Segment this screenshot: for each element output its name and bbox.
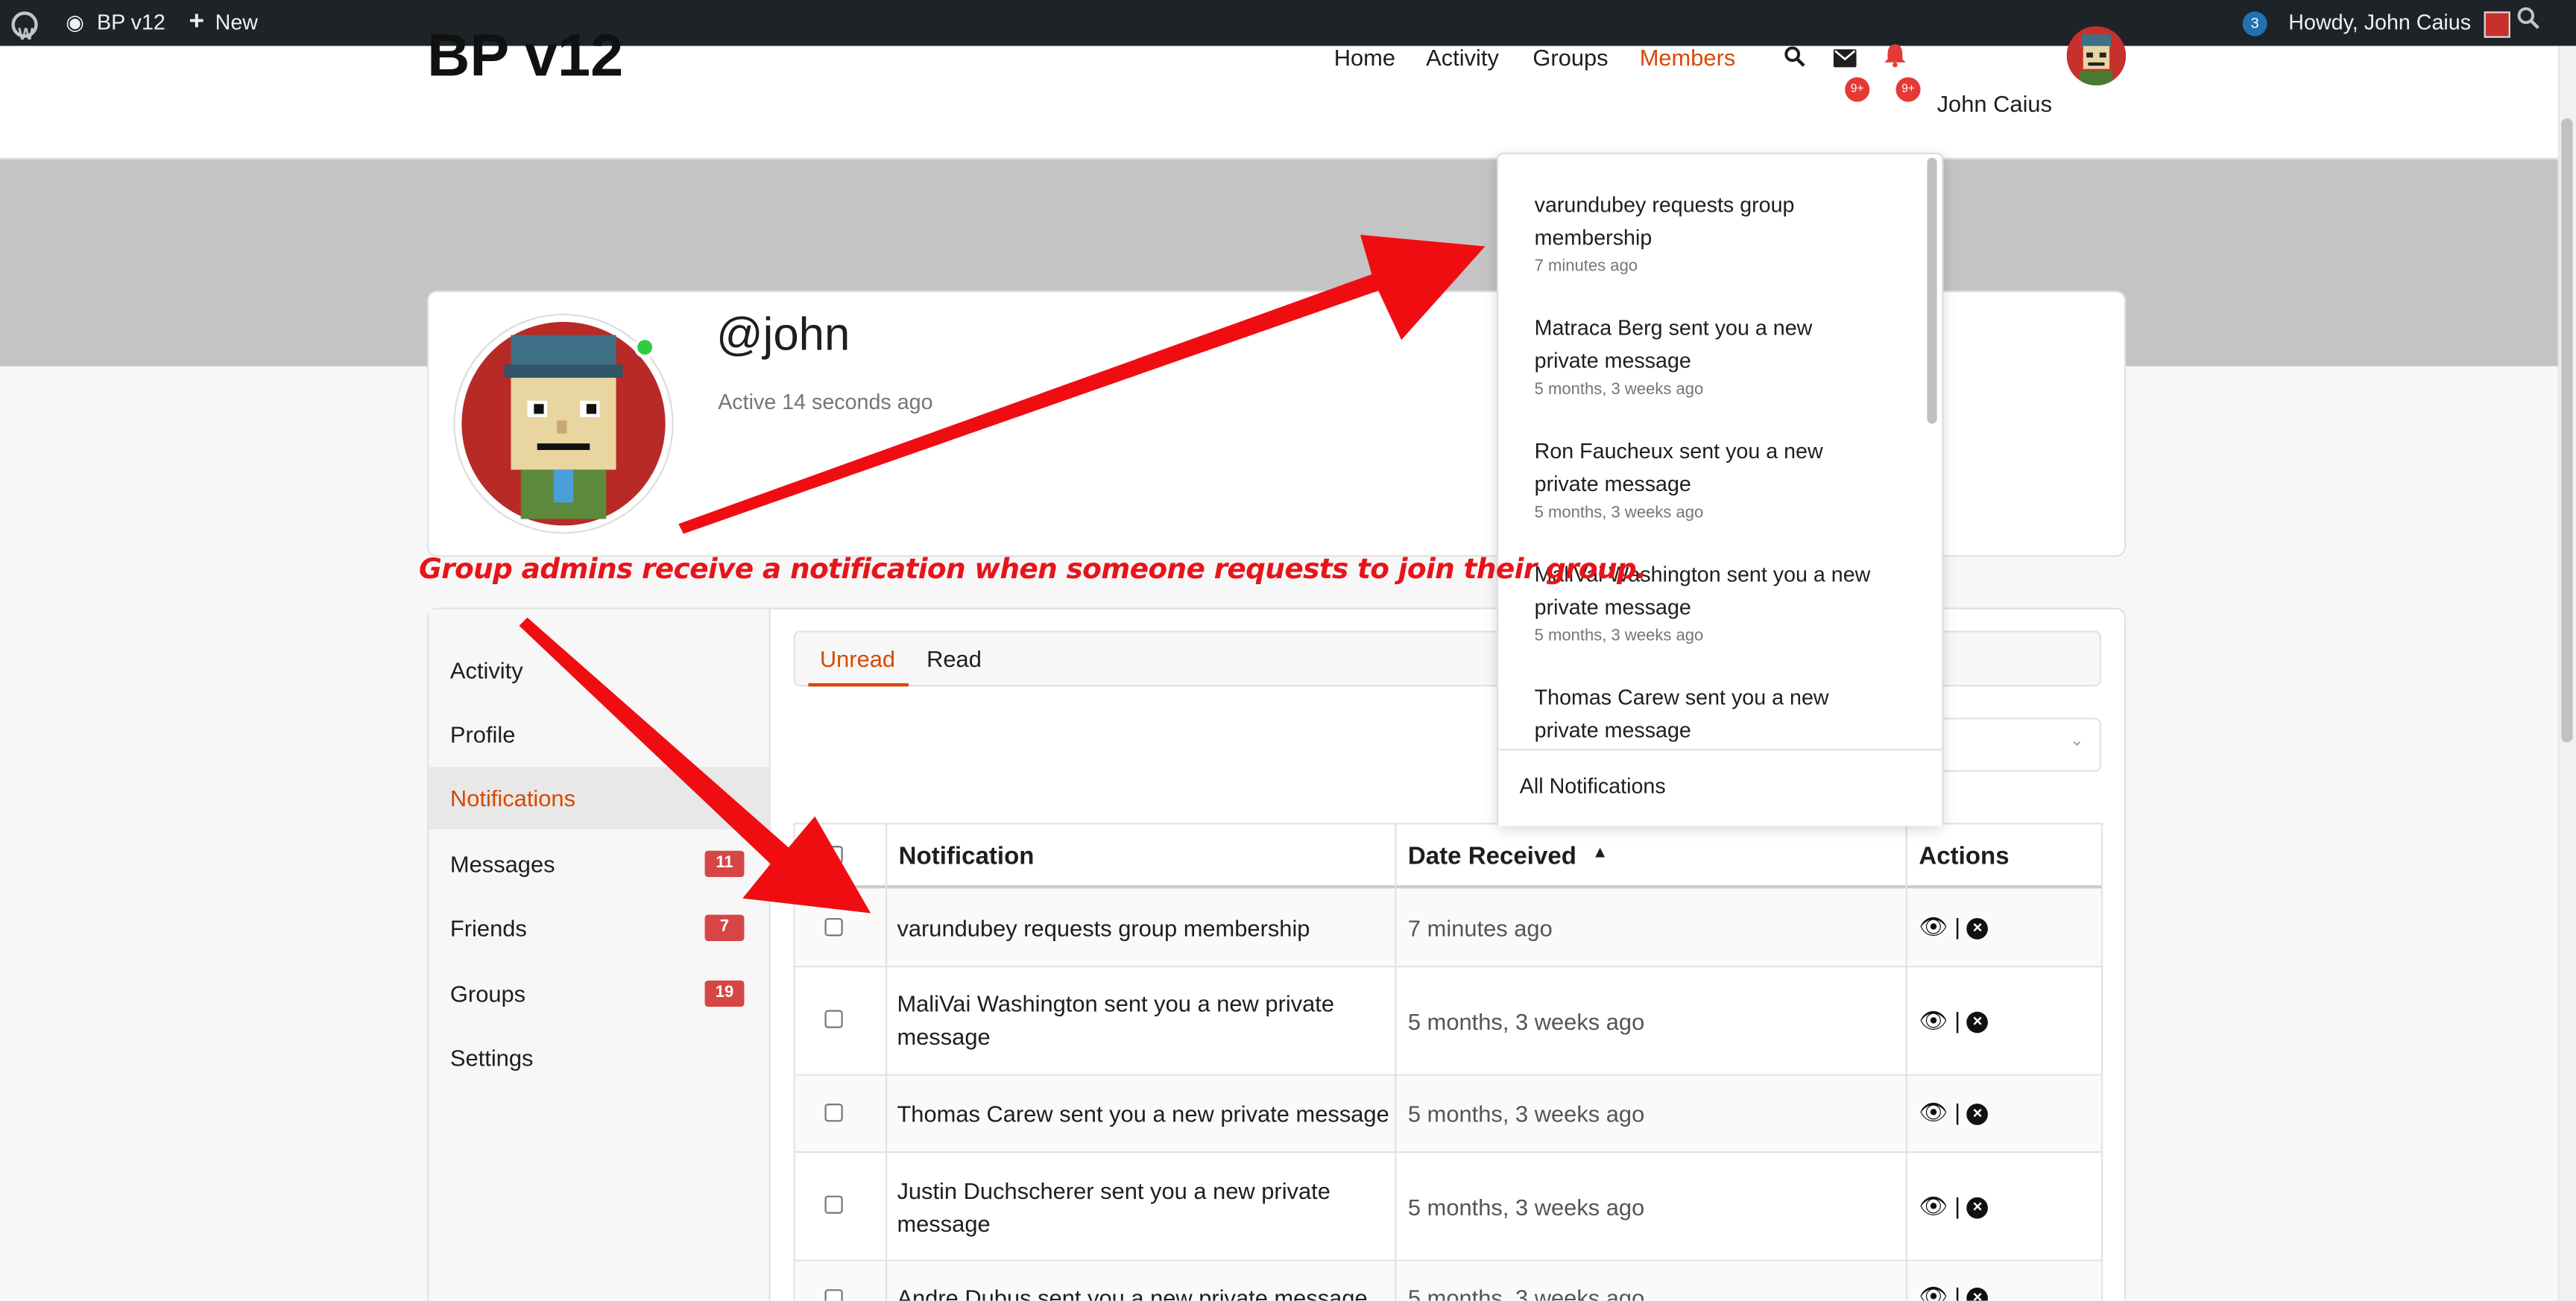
eye-icon[interactable]: 👁 [1919,1192,1948,1218]
close-icon[interactable]: × [1966,1011,1989,1033]
eye-icon[interactable]: 👁 [1919,913,1948,939]
row-checkbox[interactable] [824,1010,843,1028]
page-scrollbar-thumb[interactable] [2561,118,2573,743]
select-all-checkbox[interactable] [824,846,843,864]
admin-bar-new[interactable]: + New [189,0,258,46]
notification-date: 5 months, 3 weeks ago [1407,1284,1645,1301]
profile-handle: @john [716,308,850,360]
annotation-caption: Group admins receive a notification when… [419,553,1647,586]
sidebar-item-friends[interactable]: Friends [450,915,527,941]
close-icon[interactable]: × [1966,1287,1989,1301]
column-header-date[interactable]: Date Received [1408,843,1576,870]
admin-bar-search-icon[interactable] [2517,0,2540,46]
notification-date: 5 months, 3 weeks ago [1407,1194,1645,1221]
admin-bar: ◉ BP v12 + New 3 Howdy, John Caius [0,0,2576,58]
nav-home[interactable]: Home [1334,45,1395,71]
sidebar-item-activity[interactable]: Activity [450,657,523,683]
sidebar-item-settings[interactable]: Settings [450,1045,534,1071]
all-notifications-link[interactable]: All Notifications [1520,773,1666,798]
dropdown-notification[interactable]: Ron Faucheux sent you a new private mess… [1535,435,1880,501]
notification-date: 5 months, 3 weeks ago [1407,1100,1645,1127]
dropdown-notification[interactable]: varundubey requests group membership [1535,189,1880,254]
dropdown-notification[interactable]: Thomas Carew sent you a new private mess… [1535,682,1880,747]
row-checkbox[interactable] [824,1289,843,1301]
dropdown-notification-time: 7 minutes ago [1534,258,1638,276]
dropdown-scrollbar[interactable] [1927,157,1937,424]
admin-bar-count[interactable]: 3 [2242,0,2267,46]
eye-icon[interactable]: 👁 [1919,1099,1948,1125]
site-title[interactable]: BP v12 [427,22,623,91]
row-actions: 👁 | × [1919,1098,1989,1127]
column-divider [1905,824,1907,1301]
row-checkbox[interactable] [824,1104,843,1122]
action-separator: | [1954,1098,1961,1125]
notification-date: 7 minutes ago [1407,914,1553,941]
admin-bar-account[interactable]: Howdy, John Caius [2288,0,2510,46]
sidebar-item-groups[interactable]: Groups [450,981,525,1007]
dropdown-notification-time: 5 months, 3 weeks ago [1534,627,1704,646]
column-divider [886,824,888,1301]
sidebar-item-messages[interactable]: Messages [450,851,555,877]
sort-ascending-icon[interactable]: ▲ [1592,844,1609,862]
notification-date: 5 months, 3 weeks ago [1407,1008,1645,1035]
nav-members[interactable]: Members [1640,45,1736,71]
admin-bar-site-label: BP v12 [96,10,165,35]
online-status-dot [634,336,656,358]
chevron-down-icon: ⌄ [2070,732,2084,751]
column-header-notification[interactable]: Notification [899,843,1035,870]
groups-count-badge: 19 [704,980,745,1007]
action-separator: | [1954,1192,1961,1219]
last-active-text: Active 14 seconds ago [718,389,933,414]
admin-bar-site[interactable]: ◉ BP v12 [66,0,165,46]
eye-icon[interactable]: 👁 [1919,1282,1948,1300]
action-separator: | [1954,1007,1961,1033]
tab-unread[interactable]: Unread [820,645,895,671]
site-header [0,45,2576,159]
nav-activity[interactable]: Activity [1426,45,1499,71]
plus-icon: + [189,8,205,37]
notification-text[interactable]: varundubey requests group membership [897,911,1373,944]
envelope-icon[interactable] [1833,46,1857,72]
close-icon[interactable]: × [1966,1197,1989,1218]
action-separator: | [1954,913,1961,940]
notification-text[interactable]: Andre Dubus sent you a new private messa… [897,1281,1389,1301]
row-actions: 👁 | × [1919,1192,1989,1220]
member-sidebar [429,609,771,1301]
notification-text[interactable]: Thomas Carew sent you a new private mess… [897,1097,1389,1130]
sidebar-item-profile[interactable]: Profile [450,721,515,747]
dropdown-notification[interactable]: Matraca Berg sent you a new private mess… [1535,312,1880,378]
column-divider [1395,824,1397,1301]
wordpress-logo-icon[interactable] [11,0,38,58]
admin-bar-new-label: New [215,10,259,35]
dashboard-icon: ◉ [66,10,85,35]
tab-active-underline [808,683,909,687]
dropdown-notification-time: 5 months, 3 weeks ago [1534,381,1704,399]
row-actions: 👁 | × [1919,1282,1989,1301]
row-checkbox[interactable] [824,1195,843,1214]
nav-groups[interactable]: Groups [1532,45,1608,71]
column-header-actions: Actions [1919,842,2010,871]
notification-text[interactable]: Justin Duchscherer sent you a new privat… [897,1174,1373,1240]
sidebar-item-notifications[interactable]: Notifications [450,785,575,811]
close-icon[interactable]: × [1966,917,1989,940]
tab-read[interactable]: Read [926,645,982,671]
eye-icon[interactable]: 👁 [1919,1007,1948,1033]
action-separator: | [1954,1282,1961,1301]
admin-bar-avatar [2483,10,2510,37]
notifications-badge: 9+ [1895,77,1921,102]
messages-badge: 9+ [1845,77,1870,102]
friends-count-badge: 7 [704,914,745,941]
howdy-text: Howdy, John Caius [2288,10,2472,35]
row-actions: 👁 | × [1919,1007,1989,1034]
dropdown-notification-time: 5 months, 3 weeks ago [1534,504,1704,522]
close-icon[interactable]: × [1966,1103,1989,1125]
row-actions: 👁 | × [1919,913,1989,940]
messages-count-badge: 11 [704,850,745,877]
header-avatar[interactable] [2066,26,2127,86]
header-user-name[interactable]: John Caius [1937,90,2052,116]
search-icon[interactable] [1784,46,1806,72]
row-checkbox[interactable] [824,918,843,937]
notification-text[interactable]: MaliVai Washington sent you a new privat… [897,987,1373,1053]
bell-icon[interactable] [1884,44,1906,72]
